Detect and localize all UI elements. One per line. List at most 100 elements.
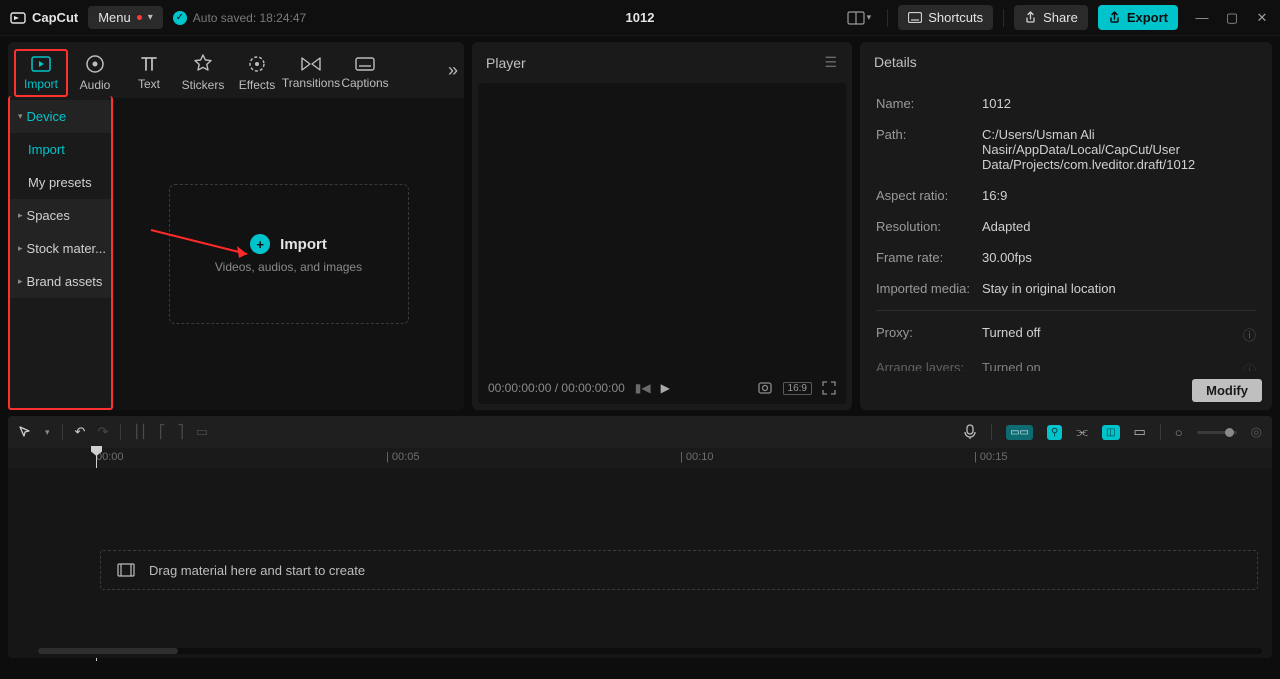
undo-button[interactable]: ↶ [75,424,86,440]
tab-text-label: Text [138,77,160,91]
close-button[interactable]: ✕ [1254,10,1270,26]
import-drop-zone[interactable]: + Import Videos, audios, and images [169,184,409,324]
zoom-out-button[interactable]: ○ [1175,425,1183,440]
mic-icon[interactable] [963,424,977,440]
preview-toggle[interactable]: ◫ [1102,425,1119,440]
k-fps: Frame rate: [876,250,982,265]
separator [120,424,121,440]
separator [887,9,888,27]
minimize-button[interactable]: — [1194,10,1210,26]
trim-left-button[interactable]: ⎡ [159,424,166,440]
sidebar-group-device[interactable]: ▾Device [10,100,111,133]
link-button[interactable]: ⫘ [1076,424,1088,440]
v-proxy: Turned off [982,325,1243,344]
import-icon [30,55,52,73]
shortcuts-button[interactable]: Shortcuts [898,5,993,30]
brand: CapCut [10,10,78,26]
player-title: Player [486,55,526,71]
main-area: Import Audio Text Stickers Effects Trans… [0,36,1280,416]
sidebar-group-brand[interactable]: ▸Brand assets [10,265,111,298]
spaces-label: Spaces [27,208,70,223]
cursor-dropdown-icon[interactable]: ▾ [45,427,50,438]
cover-button[interactable]: ▭ [1134,424,1146,440]
redo-button[interactable]: ↷ [97,424,108,440]
snap-toggle[interactable]: ▭▭ [1006,425,1033,440]
chevron-down-icon: ▾ [148,12,153,23]
timeline-toolbar: ▾ ↶ ↷ ⎮⎮ ⎡ ⎤ ▭ ▭▭ ⚲ ⫘ ◫ ▭ ○ ◎ [8,416,1272,448]
media-tabs: Import Audio Text Stickers Effects Trans… [8,42,464,98]
tabs-more-button[interactable]: » [448,60,458,81]
autosave-status: ✓ Auto saved: 18:24:47 [173,11,306,25]
tab-import[interactable]: Import [14,49,68,97]
v-fps: 30.00fps [982,250,1256,265]
presets-label: My presets [28,175,92,190]
timeline-scrollbar[interactable] [38,648,1262,654]
share-icon [1024,11,1037,24]
tab-effects[interactable]: Effects [230,50,284,96]
v-name: 1012 [982,96,1256,111]
share-button[interactable]: Share [1014,5,1088,30]
media-drop-area[interactable]: + Import Videos, audios, and images [113,98,464,410]
sidebar-item-import[interactable]: Import [10,133,111,166]
play-button[interactable]: ▶ [661,381,670,395]
stickers-icon [193,54,213,74]
snapshot-icon[interactable] [757,380,773,396]
magnet-toggle[interactable]: ⚲ [1047,425,1062,440]
v-path: C:/Users/Usman Ali Nasir/AppData/Local/C… [982,127,1256,172]
plus-icon: + [250,234,270,254]
details-title: Details [874,54,917,70]
tab-stickers[interactable]: Stickers [176,50,230,96]
share-label: Share [1043,10,1078,25]
zoom-fit-button[interactable]: ◎ [1251,424,1262,440]
split-button[interactable]: ⎮⎮ [133,424,147,440]
player-controls: 00:00:00:00 / 00:00:00:00 ▮◀ ▶ 16:9 [478,372,846,404]
effects-icon [247,54,267,74]
player-viewport[interactable]: 00:00:00:00 / 00:00:00:00 ▮◀ ▶ 16:9 [478,83,846,404]
timeline-tracks[interactable]: Drag material here and start to create [8,468,1272,658]
import-drop-title: Import [280,236,327,253]
aspect-ratio-badge[interactable]: 16:9 [783,382,812,395]
project-title: 1012 [626,10,655,25]
tab-audio[interactable]: Audio [68,50,122,96]
separator [62,424,63,440]
sidebar-group-spaces[interactable]: ▸ Spaces [10,199,111,232]
menu-button[interactable]: Menu ▾ [88,6,163,29]
v-imported: Stay in original location [982,281,1256,296]
captions-icon [354,56,376,72]
sidebar-item-presets[interactable]: My presets [10,166,111,199]
sidebar-group-stock[interactable]: ▸Stock mater... [10,232,111,265]
info-icon[interactable]: ⓘ [1243,360,1256,371]
brand-label: CapCut [32,10,78,25]
export-button[interactable]: Export [1098,5,1178,30]
timeline-ruler[interactable]: 00:00 | 00:05 | 00:10 | 00:15 [8,448,1272,468]
ruler-mark: | 00:10 [680,451,713,463]
ruler-mark: | 00:05 [386,451,419,463]
export-icon [1108,11,1121,24]
import-drop-subtitle: Videos, audios, and images [215,260,362,274]
tab-text[interactable]: Text [122,51,176,95]
modify-button[interactable]: Modify [1192,379,1262,402]
chevron-right-icon: ▸ [18,243,23,254]
prev-frame-button[interactable]: ▮◀ [635,381,651,395]
k-imported: Imported media: [876,281,982,296]
chevron-right-icon: ▸ [18,210,23,221]
v-arrange: Turned on [982,360,1243,371]
timeline: ▾ ↶ ↷ ⎮⎮ ⎡ ⎤ ▭ ▭▭ ⚲ ⫘ ◫ ▭ ○ ◎ 00:00 | 00… [8,416,1272,658]
tab-captions[interactable]: Captions [338,52,392,94]
cursor-icon[interactable] [18,425,33,440]
delete-button[interactable]: ▭ [196,424,208,440]
trim-right-button[interactable]: ⎤ [177,424,184,440]
zoom-slider[interactable] [1197,431,1237,434]
details-body: Name:1012 Path:C:/Users/Usman Ali Nasir/… [860,82,1272,371]
info-icon[interactable]: ⓘ [1243,325,1256,344]
tab-transitions[interactable]: Transitions [284,52,338,94]
layout-switch-button[interactable]: ▾ [847,11,878,25]
import-sidebar: ▾Device Import My presets ▸ Spaces ▸Stock… [8,96,113,410]
film-icon [117,563,135,577]
player-menu-icon[interactable]: ☰ [824,54,838,71]
layout-icon [847,11,865,25]
separator [991,424,992,440]
import-panel: Import Audio Text Stickers Effects Trans… [8,42,464,410]
maximize-button[interactable]: ▢ [1224,10,1240,26]
fullscreen-icon[interactable] [822,381,836,395]
